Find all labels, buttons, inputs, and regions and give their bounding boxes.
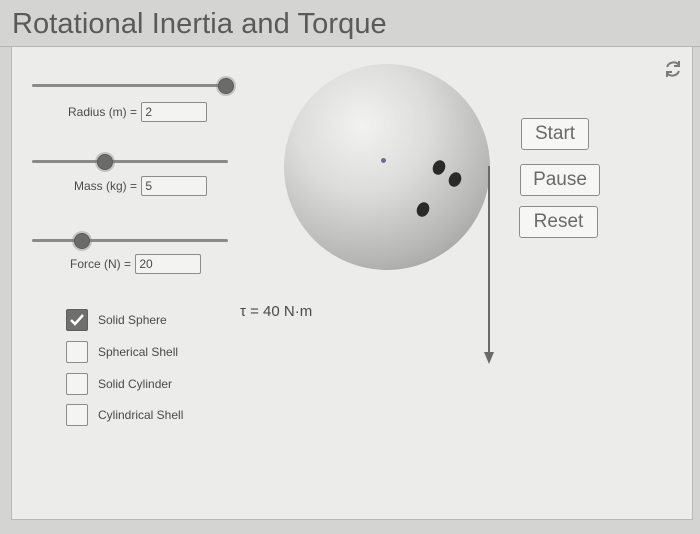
rotating-sphere xyxy=(284,64,490,270)
solid-sphere-label: Solid Sphere xyxy=(98,313,167,327)
checkmark-icon xyxy=(70,314,84,326)
mass-label: Mass (kg) = xyxy=(74,179,141,193)
start-button[interactable]: Start xyxy=(521,118,589,150)
radius-label: Radius (m) = xyxy=(68,105,141,119)
spherical-shell-label: Spherical Shell xyxy=(98,345,179,359)
mass-slider-track xyxy=(32,160,228,163)
refresh-icon[interactable] xyxy=(661,57,685,81)
mass-slider[interactable] xyxy=(32,154,228,170)
torque-readout: τ = 40 N·m xyxy=(240,303,313,320)
radius-slider-track xyxy=(32,84,230,87)
solid-sphere-checkbox[interactable] xyxy=(66,309,88,331)
axis-center-dot xyxy=(381,158,386,163)
solid-cylinder-label: Solid Cylinder xyxy=(98,377,173,391)
solid-cylinder-checkbox[interactable] xyxy=(66,373,88,395)
force-row: Force (N) = xyxy=(70,254,202,274)
mass-slider-thumb[interactable] xyxy=(97,154,113,170)
force-vector-line xyxy=(488,166,490,356)
app-title: Rotational Inertia and Torque xyxy=(12,8,387,40)
radius-row: Radius (m) = xyxy=(68,102,208,122)
force-slider-thumb[interactable] xyxy=(74,233,90,249)
mass-row: Mass (kg) = xyxy=(74,176,208,196)
cylindrical-shell-label: Cylindrical Shell xyxy=(98,408,184,422)
shape-option-spherical-shell[interactable]: Spherical Shell xyxy=(66,341,178,363)
mass-input[interactable] xyxy=(141,176,208,196)
force-label: Force (N) = xyxy=(70,257,135,271)
force-input[interactable] xyxy=(135,254,202,274)
radius-slider[interactable] xyxy=(32,78,234,94)
cylindrical-shell-checkbox[interactable] xyxy=(66,404,88,426)
pause-button[interactable]: Pause xyxy=(520,164,600,196)
shape-option-solid-sphere[interactable]: Solid Sphere xyxy=(66,309,167,331)
spherical-shell-checkbox[interactable] xyxy=(66,341,88,363)
radius-input[interactable] xyxy=(141,102,208,122)
force-vector-arrowhead xyxy=(484,352,494,364)
radius-slider-thumb[interactable] xyxy=(218,78,234,94)
shape-option-cylindrical-shell[interactable]: Cylindrical Shell xyxy=(66,404,183,426)
shape-option-solid-cylinder[interactable]: Solid Cylinder xyxy=(66,373,172,395)
reset-button[interactable]: Reset xyxy=(519,206,598,238)
force-slider[interactable] xyxy=(32,233,228,249)
force-slider-track xyxy=(32,239,228,242)
